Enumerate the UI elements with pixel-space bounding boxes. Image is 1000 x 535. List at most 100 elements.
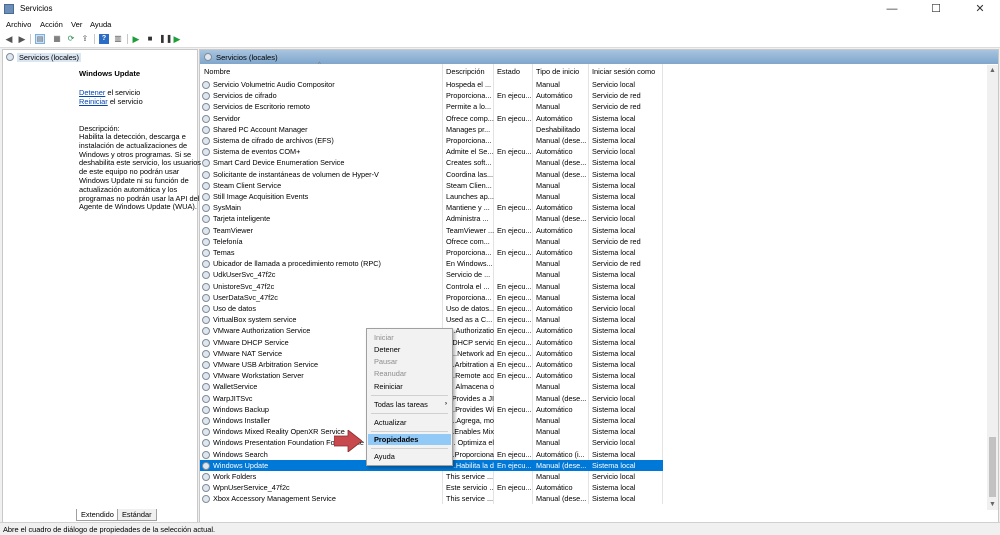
gear-icon xyxy=(202,204,210,213)
cell-name: VMware Workstation Server xyxy=(213,371,304,381)
window-title: Servicios xyxy=(20,4,53,13)
table-row[interactable]: Temas Proporciona... En ejecu... Automático… xyxy=(200,247,663,258)
table-row[interactable]: SysMain Mantiene y ... En ejecu... Automáti… xyxy=(200,202,663,213)
start-service-icon[interactable]: ▶ xyxy=(131,34,141,44)
table-row[interactable]: UdkUserSvc_47f2c Servicio de ... Manual Sis… xyxy=(200,269,663,280)
table-row[interactable]: Sistema de eventos COM+ Admite el Se... En… xyxy=(200,146,663,157)
gear-icon xyxy=(202,137,210,145)
table-row[interactable]: UserDataSvc_47f2c Proporciona... En ejecu.… xyxy=(200,292,663,303)
menu-archivo[interactable]: Archivo xyxy=(6,20,31,29)
column-header-name[interactable]: Nombre xyxy=(204,67,230,77)
table-row[interactable]: Tarjeta inteligente Administra ... Manual … xyxy=(200,213,663,224)
table-row[interactable]: UnistoreSvc_47f2c Controla el ... En ejecu… xyxy=(200,281,663,292)
menu-item-detener[interactable]: Detener xyxy=(368,344,451,355)
column-header-startup-type[interactable]: Tipo de inicio xyxy=(536,67,579,77)
cell-startup-type: Manual xyxy=(536,180,560,190)
cell-log-on-as: Sistema local xyxy=(592,192,636,201)
table-row[interactable]: Ubicador de llamada a procedimiento remo… xyxy=(200,258,663,269)
table-row[interactable]: VirtualBox system service Used as a C... E… xyxy=(200,314,663,325)
cell-description: Hospeda el ... xyxy=(446,80,492,89)
menu-item-pausar[interactable]: Pausar xyxy=(368,356,451,367)
forward-icon[interactable]: ▶ xyxy=(17,34,27,44)
gear-icon xyxy=(202,484,210,493)
pause-service-icon[interactable]: ❚❚ xyxy=(159,34,172,44)
refresh-icon[interactable]: ⟳ xyxy=(66,34,76,44)
scroll-thumb[interactable] xyxy=(989,437,996,497)
menu-item-reiniciar[interactable]: Reiniciar xyxy=(368,381,451,392)
scroll-up-icon[interactable]: ▲ xyxy=(987,65,998,76)
column-header-log-on-as[interactable]: Iniciar sesión como xyxy=(592,67,655,77)
cell-status: En ejecu... xyxy=(497,371,532,381)
menu-item-iniciar[interactable]: Iniciar xyxy=(368,332,451,343)
table-row[interactable]: Steam Client Service Steam Clien... Manual… xyxy=(200,180,663,191)
cell-startup-type: Automático xyxy=(536,113,573,123)
table-row[interactable]: Uso de datos Uso de datos... En ejecu... Au… xyxy=(200,303,663,314)
back-icon[interactable]: ◀ xyxy=(4,34,14,44)
table-row[interactable]: Telefonía Ofrece com... Manual Servicio de … xyxy=(200,236,663,247)
table-row[interactable]: Solicitante de instantáneas de volumen d… xyxy=(200,169,663,180)
table-row[interactable]: Servicio Volumetric Audio Compositor Hosp… xyxy=(200,79,663,90)
table-row[interactable]: Sistema de cifrado de archivos (EFS) Prop… xyxy=(200,135,663,146)
properties-icon[interactable]: ▦ xyxy=(52,34,62,44)
menu-item-todas-las-tareas[interactable]: Todas las tareas › xyxy=(368,399,451,410)
table-row[interactable]: Work Folders This service ... Manual Servic… xyxy=(200,471,663,482)
tab-estandar[interactable]: Estándar xyxy=(117,509,157,521)
restart-service-icon[interactable]: ▶ xyxy=(172,34,182,44)
cell-status: En ejecu... xyxy=(497,460,532,470)
gear-icon xyxy=(202,428,210,437)
cell-startup-type: Manual (dese... xyxy=(536,494,587,504)
export-list-icon[interactable]: ⇪ xyxy=(80,34,90,44)
stop-service-link[interactable]: Detener xyxy=(79,88,105,97)
menu-item-actualizar[interactable]: Actualizar xyxy=(368,417,451,428)
cell-log-on-as: Sistema local xyxy=(592,248,636,257)
menu-item-reanudar[interactable]: Reanudar xyxy=(368,368,451,379)
cell-log-on-as: Servicio local xyxy=(592,80,635,89)
cell-log-on-as: Sistema local xyxy=(592,113,636,123)
cell-name: Temas xyxy=(213,248,235,257)
table-row[interactable]: Shared PC Account Manager Manages pr... De… xyxy=(200,124,663,135)
gear-icon xyxy=(202,249,210,257)
tree-item-services-local[interactable]: Servicios (locales) xyxy=(6,52,81,62)
gear-icon xyxy=(202,159,210,168)
gear-icon xyxy=(202,439,210,448)
restart-service-link[interactable]: Reiniciar xyxy=(79,97,108,106)
column-header-status[interactable]: Estado xyxy=(497,67,520,77)
menu-accion[interactable]: Acción xyxy=(40,20,63,29)
table-row[interactable]: Xbox Accessory Management Service This se… xyxy=(200,493,663,504)
show-hide-action-pane-icon[interactable]: ▥ xyxy=(113,34,123,44)
tab-extendido[interactable]: Extendido xyxy=(76,509,119,521)
maximize-button[interactable]: ☐ xyxy=(918,0,954,18)
stop-service-icon[interactable]: ■ xyxy=(145,34,155,44)
gear-icon xyxy=(202,361,210,369)
cell-name: Windows Backup xyxy=(213,404,269,414)
table-row[interactable]: TeamViewer TeamViewer ... En ejecu... Autom… xyxy=(200,225,663,236)
cell-startup-type: Automático xyxy=(536,337,573,347)
table-row[interactable]: WpnUserService_47f2c Este servicio ... En … xyxy=(200,482,663,493)
cell-startup-type: Automático xyxy=(536,483,573,493)
submenu-arrow-icon: › xyxy=(445,401,447,407)
help-icon[interactable]: ? xyxy=(99,34,109,44)
cell-description: Proporciona... xyxy=(446,292,492,302)
cell-log-on-as: Servicio local xyxy=(592,472,635,481)
menu-item-ayuda[interactable]: Ayuda xyxy=(368,451,451,462)
cell-description: Proporciona... xyxy=(446,91,492,101)
table-row[interactable]: Servicios de cifrado Proporciona... En eje… xyxy=(200,90,663,101)
cell-startup-type: Manual xyxy=(536,192,560,201)
table-row[interactable]: Servicios de Escritorio remoto Permite a … xyxy=(200,101,663,112)
close-button[interactable]: ✕ xyxy=(962,0,998,18)
menu-item-propiedades[interactable]: Propiedades xyxy=(368,434,451,445)
column-header-description[interactable]: Descripción xyxy=(446,67,485,77)
minimize-button[interactable]: — xyxy=(874,0,910,18)
scroll-down-icon[interactable]: ▼ xyxy=(987,499,998,510)
menu-bar: Archivo Acción Ver Ayuda xyxy=(0,18,1000,31)
table-row[interactable]: Smart Card Device Enumeration Service Cre… xyxy=(200,157,663,168)
cell-status: En ejecu... xyxy=(497,337,532,347)
cell-status: En ejecu... xyxy=(497,91,532,101)
table-row[interactable]: Still Image Acquisition Events Launches a… xyxy=(200,191,663,202)
console-tree-icon[interactable]: ▤ xyxy=(35,34,45,44)
cell-log-on-as: Sistema local xyxy=(592,292,636,302)
menu-ver[interactable]: Ver xyxy=(71,20,82,29)
table-row[interactable]: Servidor Ofrece comp... En ejecu... Automát… xyxy=(200,113,663,124)
menu-ayuda[interactable]: Ayuda xyxy=(90,20,111,29)
vertical-scrollbar[interactable]: ▲ ▼ xyxy=(987,65,998,510)
